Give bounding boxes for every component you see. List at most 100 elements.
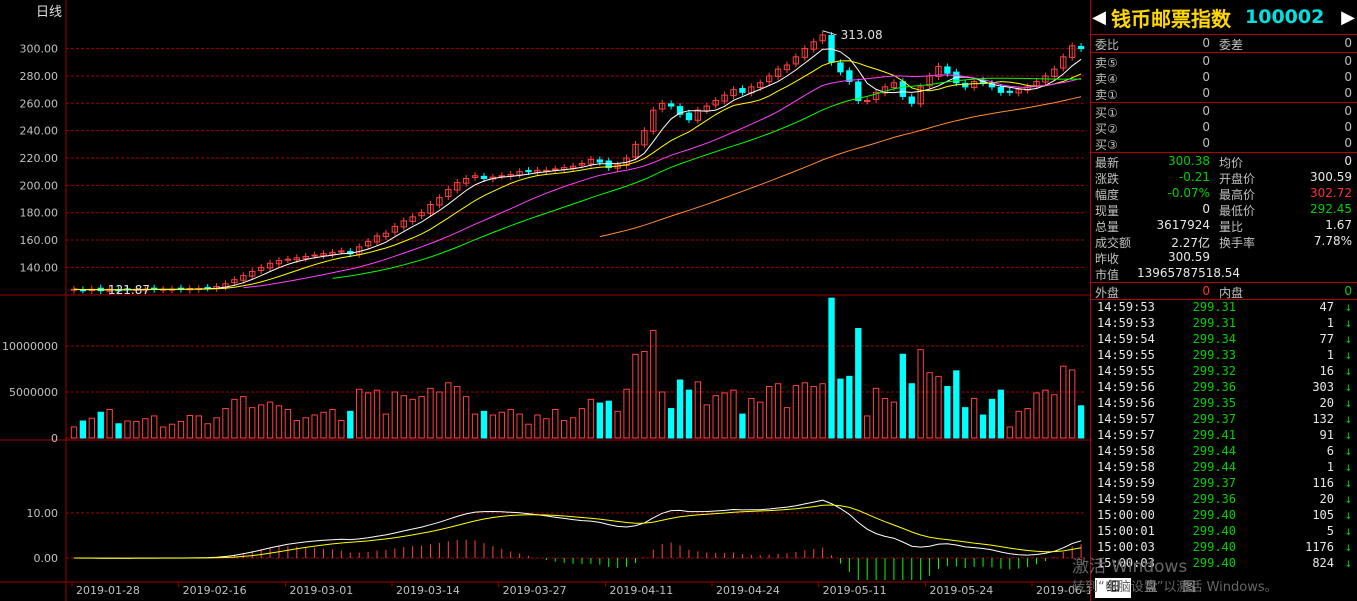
volume-bar: [552, 408, 559, 439]
volume-bar: [578, 408, 586, 439]
stat-label: 最高价: [1219, 188, 1256, 202]
volume-bar: [543, 418, 550, 439]
tick-volume: 6: [1326, 444, 1334, 458]
price-tick-label: 200.00: [20, 179, 59, 192]
volume-bar: [872, 387, 880, 439]
tick-volume: 824: [1312, 556, 1334, 570]
date-label: 2019-02-16: [183, 584, 247, 597]
volume-bar: [899, 353, 907, 439]
tick-time: 14:59:57: [1097, 428, 1155, 442]
next-arrow-icon[interactable]: ▶: [1340, 7, 1356, 28]
kline-chart[interactable]: 日线 300.00 280.00 260.00 240.00 220.00 200.00 18…: [0, 0, 1090, 601]
down-arrow-icon: ↓: [1344, 556, 1352, 570]
tick-row: 14:59:55 299.32 16 ↓: [1091, 364, 1356, 380]
bid-row: 买③ 0 0: [1091, 136, 1356, 152]
volume-bar: [133, 420, 140, 439]
prev-arrow-icon[interactable]: ◀: [1091, 7, 1107, 28]
volume-bar: [480, 410, 488, 439]
bid-price: 0: [1202, 104, 1210, 118]
ask-price: 0: [1202, 86, 1210, 100]
volume-bar: [293, 420, 300, 439]
volume-bar: [667, 408, 675, 439]
candle-body: [864, 100, 871, 103]
volume-bar: [471, 413, 479, 439]
stat-label: 最新: [1095, 156, 1120, 170]
stat-label: 开盘价: [1219, 172, 1256, 186]
volume-bar: [979, 414, 987, 439]
stat-label: 现量: [1095, 204, 1120, 218]
volume-bar: [988, 398, 996, 439]
volume-bar: [320, 411, 327, 439]
volume-bar: [400, 395, 407, 439]
volume-bar: [391, 391, 399, 439]
index-code: 100002: [1245, 6, 1325, 28]
tick-volume: 16: [1319, 364, 1334, 378]
candle-body: [284, 258, 292, 261]
tick-price: 299.41: [1192, 428, 1236, 442]
macd-dif-line: [73, 499, 1082, 559]
price-tick-label: 140.00: [20, 261, 59, 274]
volume-bar: [783, 407, 791, 439]
index-name: 钱币邮票指数: [1111, 6, 1231, 31]
stat-value: 300.59: [1310, 170, 1352, 184]
volume-bar: [249, 407, 256, 439]
tick-price: 299.40: [1192, 556, 1236, 570]
volume-bar: [534, 414, 541, 439]
volume-bar: [944, 385, 951, 439]
neipan-value: 0: [1344, 284, 1352, 298]
down-arrow-icon: ↓: [1344, 476, 1352, 490]
tick-price: 299.44: [1192, 460, 1236, 474]
tick-volume: 303: [1312, 380, 1334, 394]
stat-label: 均价: [1219, 156, 1244, 170]
high-price-label: 313.08: [841, 28, 883, 42]
ask-price: 0: [1202, 70, 1210, 84]
tick-time: 14:59:58: [1097, 460, 1155, 474]
volume-bar: [507, 408, 514, 439]
ask-volume: 0: [1344, 86, 1352, 100]
volume-bar: [436, 391, 443, 439]
down-arrow-icon: ↓: [1344, 364, 1352, 378]
candle-body: [997, 86, 1005, 93]
stat-value: 13965787518.54: [1137, 266, 1241, 280]
tick-time: 14:59:57: [1097, 412, 1155, 426]
volume-bar: [694, 381, 702, 439]
volume-bar: [801, 382, 808, 439]
stat-value: -0.07%: [1167, 186, 1210, 200]
candle-body: [480, 175, 488, 180]
volume-tick-label: 0: [51, 432, 58, 445]
volume-bar: [748, 397, 755, 439]
stat-row: 成交额 2.27亿 换手率 7.78%: [1091, 234, 1356, 250]
volume-bar: [1024, 408, 1031, 439]
tick-volume: 5: [1326, 524, 1334, 538]
tick-time: 14:59:56: [1097, 396, 1155, 410]
volume-bar: [257, 404, 265, 439]
volume-bar: [1051, 394, 1058, 439]
volume-bar: [730, 389, 737, 439]
bid-volume: 0: [1344, 120, 1352, 134]
stat-row: 幅度 -0.07% 最高价 302.72: [1091, 186, 1356, 202]
volume-bar: [177, 420, 185, 439]
tick-time: 14:59:59: [1097, 492, 1155, 506]
down-arrow-icon: ↓: [1344, 524, 1352, 538]
down-arrow-icon: ↓: [1344, 412, 1352, 426]
volume-bar: [266, 401, 274, 439]
high-label-pointer: [822, 30, 837, 36]
volume-bar: [382, 413, 390, 439]
volume-bar: [676, 379, 684, 439]
volume-bar: [596, 402, 603, 439]
volume-bar: [275, 405, 283, 439]
candle-body: [739, 88, 746, 93]
tick-price: 299.35: [1192, 396, 1236, 410]
stat-label: 昨收: [1095, 252, 1120, 266]
volume-bar: [997, 389, 1005, 439]
stat-row: 涨跌 -0.21 开盘价 300.59: [1091, 170, 1356, 186]
stat-value: 300.59: [1168, 250, 1210, 264]
tick-price: 299.36: [1192, 492, 1236, 506]
volume-tick-label: 5000000: [9, 386, 58, 399]
stat-value: 300.38: [1168, 154, 1210, 168]
price-tick-label: 280.00: [20, 70, 59, 83]
quote-panel: ◀ 钱币邮票指数 100002 ▶ 委比 0 委差 0 卖⑤ 0 0 卖④ 0 0 卖① 0 0…: [1090, 0, 1357, 601]
volume-bar: [1006, 426, 1013, 439]
candle-body: [596, 159, 603, 163]
volume-bar: [204, 423, 211, 439]
